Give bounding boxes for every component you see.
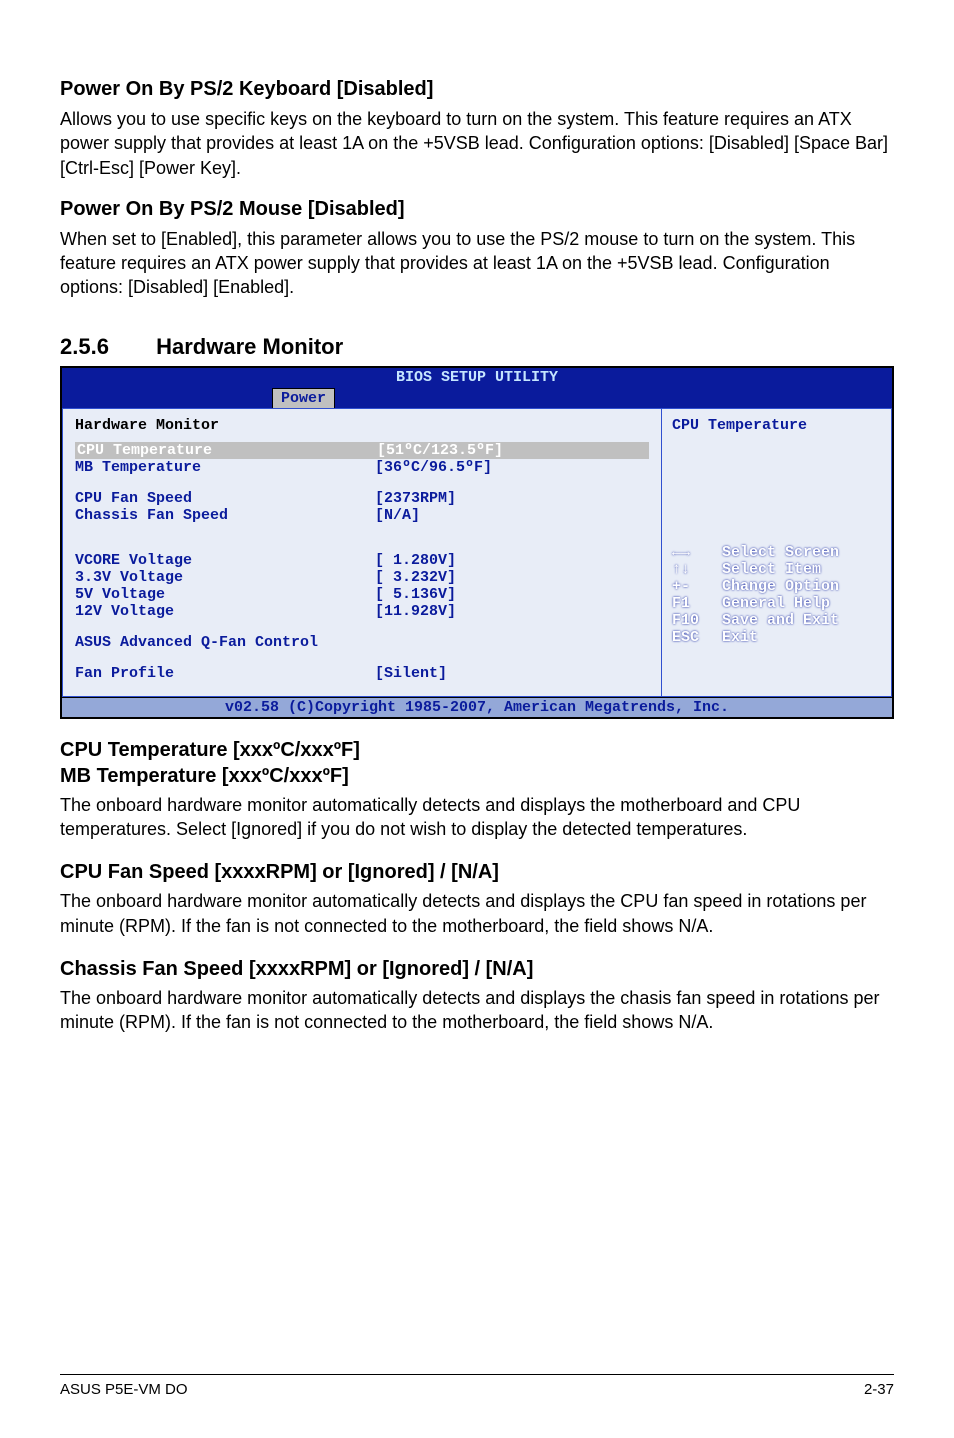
heading-chassis-fan: Chassis Fan Speed [xxxxRPM] or [Ignored]… [60, 956, 894, 982]
bios-row-value: [ 3.232V] [375, 569, 456, 586]
bios-row-label: MB Temperature [75, 459, 375, 476]
bios-row[interactable]: 5V Voltage[ 5.136V] [75, 586, 649, 603]
bios-row-label: 12V Voltage [75, 603, 375, 620]
bios-row-label: Fan Profile [75, 665, 375, 682]
footer-right: 2-37 [864, 1381, 894, 1398]
section-heading: 2.5.6 Hardware Monitor [60, 334, 894, 360]
bios-row-label: Chassis Fan Speed [75, 507, 375, 524]
bios-row-label: ASUS Advanced Q-Fan Control [75, 634, 375, 651]
nav-desc: Select Item [722, 561, 821, 578]
nav-key: F1 [672, 595, 722, 612]
heading-cpu-temp: CPU Temperature [xxxºC/xxxºF] MB Tempera… [60, 737, 894, 789]
bios-row-value: [2373RPM] [375, 490, 456, 507]
bios-title-text: BIOS SETUP UTILITY [62, 368, 892, 386]
nav-key: ←→ [672, 544, 722, 561]
bios-left-header: Hardware Monitor [75, 417, 649, 434]
bios-row[interactable]: CPU Fan Speed[2373RPM] [75, 490, 649, 507]
nav-key: ESC [672, 629, 722, 646]
bios-row[interactable]: 12V Voltage[11.928V] [75, 603, 649, 620]
bios-row[interactable]: ASUS Advanced Q-Fan Control [75, 634, 649, 651]
bios-tab-power[interactable]: Power [272, 388, 335, 408]
bios-row-value: [ 5.136V] [375, 586, 456, 603]
bios-window: BIOS SETUP UTILITY Power Hardware Monito… [60, 366, 894, 719]
heading-cpu-fan: CPU Fan Speed [xxxxRPM] or [Ignored] / [… [60, 859, 894, 885]
bios-row-value: [36ºC/96.5ºF] [375, 459, 492, 476]
nav-desc: Change Option [722, 578, 839, 595]
nav-desc: Select Screen [722, 544, 839, 561]
nav-key: ↑↓ [672, 561, 722, 578]
para-mouse: When set to [Enabled], this parameter al… [60, 227, 894, 300]
bios-row-value: [11.928V] [375, 603, 456, 620]
bios-row-label: CPU Temperature [77, 442, 377, 459]
bios-nav-row: ESCExit [672, 629, 881, 646]
bios-row[interactable]: 3.3V Voltage[ 3.232V] [75, 569, 649, 586]
bios-row-value: [Silent] [375, 665, 447, 682]
section-number: 2.5.6 [60, 334, 150, 360]
section-title: Hardware Monitor [156, 334, 343, 359]
page-footer: ASUS P5E-VM DO 2-37 [60, 1374, 894, 1398]
bios-nav-row: ↑↓Select Item [672, 561, 881, 578]
bios-row-value: [N/A] [375, 507, 420, 524]
heading-kb: Power On By PS/2 Keyboard [Disabled] [60, 78, 894, 101]
bios-row[interactable]: Chassis Fan Speed[N/A] [75, 507, 649, 524]
bios-left-panel: Hardware Monitor CPU Temperature[51ºC/12… [62, 408, 662, 697]
bios-row-value: [51ºC/123.5ºF] [377, 442, 503, 459]
nav-desc: General Help [722, 595, 830, 612]
bios-right-panel: CPU Temperature ←→Select Screen↑↓Select … [662, 408, 892, 697]
nav-desc: Save and Exit [722, 612, 839, 629]
bios-nav-row: F10Save and Exit [672, 612, 881, 629]
bios-help-text: CPU Temperature [672, 417, 881, 434]
nav-key: F10 [672, 612, 722, 629]
heading-mouse: Power On By PS/2 Mouse [Disabled] [60, 198, 894, 221]
bios-titlebar: BIOS SETUP UTILITY Power [62, 368, 892, 408]
para-chassis-fan: The onboard hardware monitor automatical… [60, 986, 894, 1035]
bios-nav-row: F1General Help [672, 595, 881, 612]
bios-row-label: 3.3V Voltage [75, 569, 375, 586]
bios-row[interactable]: CPU Temperature[51ºC/123.5ºF] [75, 442, 649, 459]
bios-nav-keys: ←→Select Screen↑↓Select Item+-Change Opt… [672, 544, 881, 646]
bios-row-value: [ 1.280V] [375, 552, 456, 569]
para-cpu-temp: The onboard hardware monitor automatical… [60, 793, 894, 842]
para-kb: Allows you to use specific keys on the k… [60, 107, 894, 180]
bios-row[interactable]: MB Temperature[36ºC/96.5ºF] [75, 459, 649, 476]
bios-row-label: CPU Fan Speed [75, 490, 375, 507]
bios-nav-row: ←→Select Screen [672, 544, 881, 561]
bios-row[interactable]: VCORE Voltage[ 1.280V] [75, 552, 649, 569]
bios-row-label: 5V Voltage [75, 586, 375, 603]
para-cpu-fan: The onboard hardware monitor automatical… [60, 889, 894, 938]
nav-desc: Exit [722, 629, 758, 646]
bios-nav-row: +-Change Option [672, 578, 881, 595]
footer-left: ASUS P5E-VM DO [60, 1381, 188, 1398]
bios-footer: v02.58 (C)Copyright 1985-2007, American … [62, 697, 892, 717]
bios-row[interactable]: Fan Profile[Silent] [75, 665, 649, 682]
nav-key: +- [672, 578, 722, 595]
bios-row-label: VCORE Voltage [75, 552, 375, 569]
